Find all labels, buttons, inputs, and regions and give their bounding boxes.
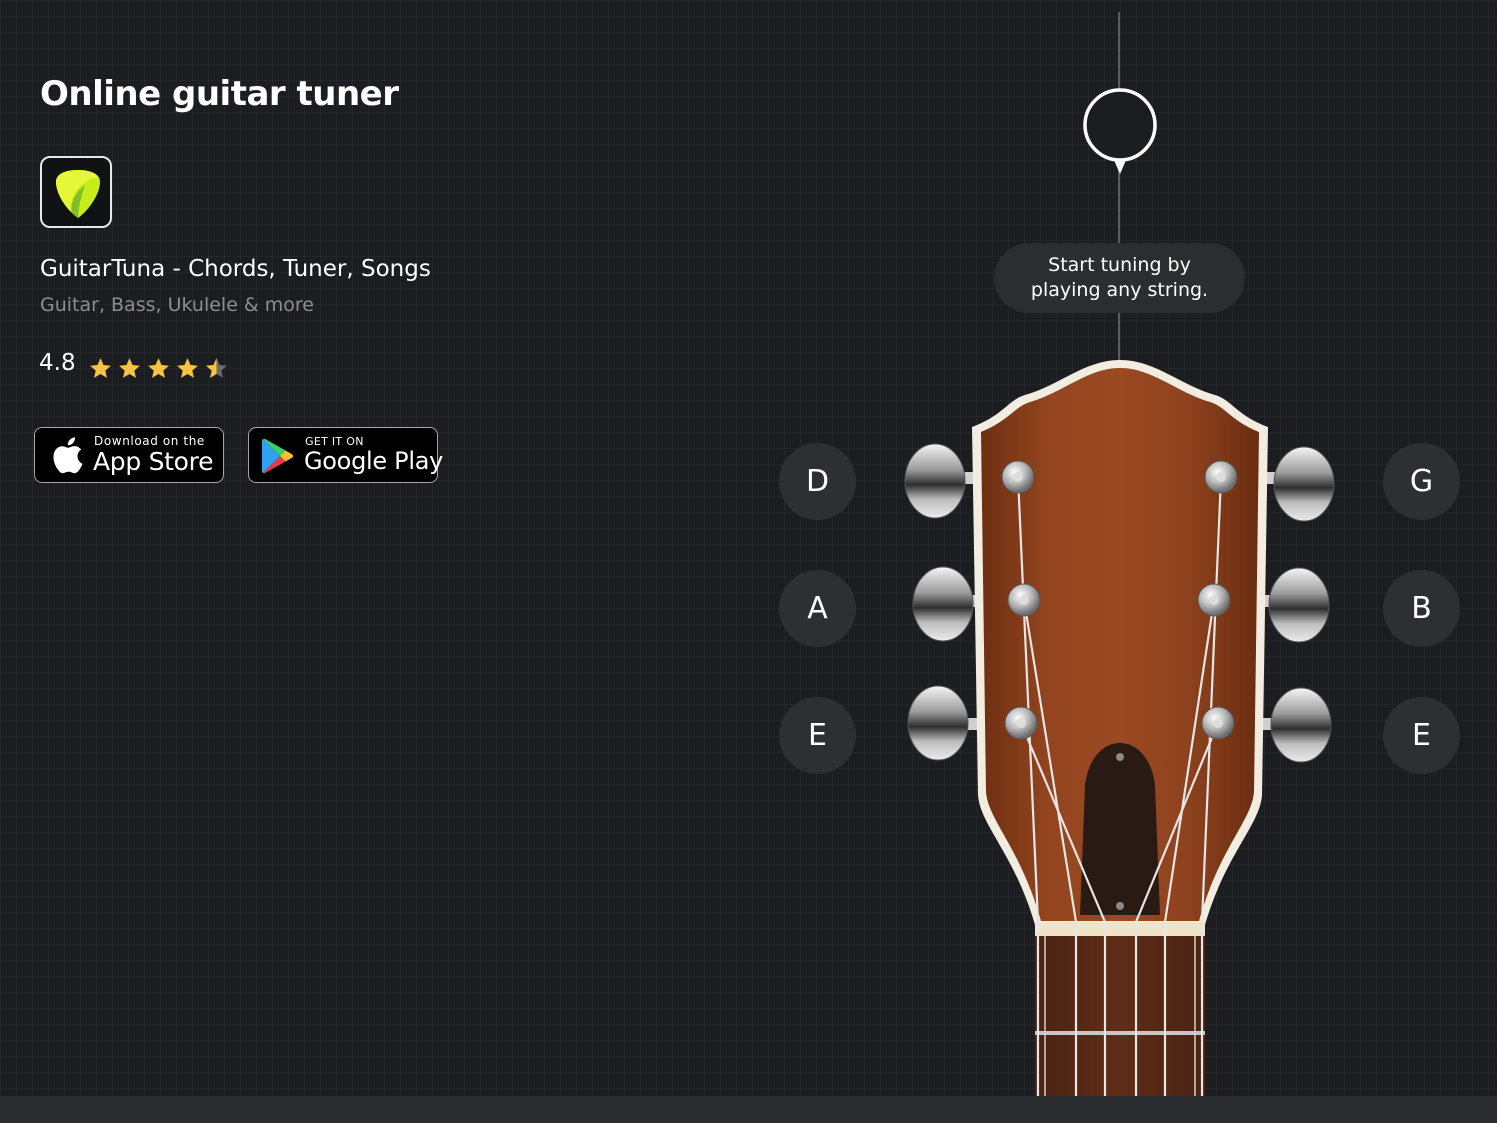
apple-icon xyxy=(53,437,83,474)
guitar-pick-icon xyxy=(56,170,100,218)
tuner-knob-left-1 xyxy=(904,443,982,519)
app-store-button[interactable]: Download on the App Store xyxy=(34,427,224,483)
tuning-hint: Start tuning by playing any string. xyxy=(994,243,1245,313)
rating-value: 4.8 xyxy=(39,350,76,376)
tuner-knob-right-3 xyxy=(1256,687,1332,763)
tuner-knob-left-3 xyxy=(907,685,984,761)
app-subtitle: Guitar, Bass, Ukulele & more xyxy=(40,294,314,316)
google-play-button[interactable]: GET IT ON Google Play xyxy=(248,427,443,483)
string-button-high-e[interactable]: E xyxy=(1383,697,1460,774)
star-icon xyxy=(148,358,169,378)
page-title: Online guitar tuner xyxy=(40,74,399,114)
tuner-page: Online guitar tuner GuitarTuna - Chords,… xyxy=(0,0,1497,1123)
tuning-hint-line1: Start tuning by xyxy=(1048,254,1191,276)
bottom-bar xyxy=(0,1096,1497,1123)
string-button-b[interactable]: B xyxy=(1383,570,1460,647)
string-button-g[interactable]: G xyxy=(1383,443,1460,520)
google-play-big-label: Google Play xyxy=(304,447,444,475)
string-button-d[interactable]: D xyxy=(779,443,856,520)
app-store-small-label: Download on the xyxy=(94,434,205,448)
tuner-pitch-indicator xyxy=(1083,88,1157,174)
tuning-hint-line2: playing any string. xyxy=(1030,279,1209,301)
app-store-big-label: App Store xyxy=(93,447,214,476)
star-icon xyxy=(90,358,111,378)
google-play-icon xyxy=(262,438,294,474)
star-rating xyxy=(88,356,229,381)
star-half-icon xyxy=(206,358,227,378)
app-icon[interactable] xyxy=(40,156,112,228)
star-icon xyxy=(119,358,140,378)
guitar-headstock xyxy=(904,360,1335,1096)
string-button-a[interactable]: A xyxy=(779,570,856,647)
star-icon xyxy=(177,358,198,378)
tuner-knob-right-1 xyxy=(1258,446,1335,522)
string-button-low-e[interactable]: E xyxy=(779,697,856,774)
app-name: GuitarTuna - Chords, Tuner, Songs xyxy=(40,256,431,282)
